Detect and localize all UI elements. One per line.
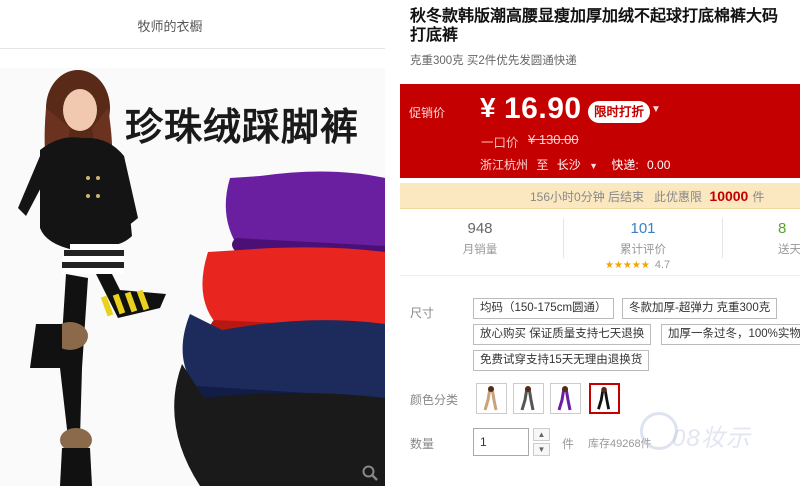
quantity-increase-button[interactable]: ▲ [533,428,550,441]
divider [0,48,385,49]
promo-badge[interactable]: 限时打折 [588,101,651,123]
size-option[interactable]: 加厚一条过冬，100%实物 [661,324,800,345]
ship-to-city: 长沙 [556,158,581,172]
monthly-sales-value: 948 [467,220,493,237]
color-swatch-selected[interactable] [589,383,620,414]
color-swatch[interactable] [513,383,544,414]
shipping-label: 快递: [611,158,639,172]
rating-stars: ★★★★★ 4.7 [605,259,670,271]
gifts[interactable]: 8 送天猫 [720,220,800,257]
color-label: 颜色分类 [410,393,459,407]
product-title: 秋冬款韩版潮高腰显瘦加厚加绒不起球打底棉裤大码 打底裤 [410,7,800,45]
star-icon: ★★★★★ [605,260,650,271]
chevron-down-icon[interactable]: ▼ [651,104,661,115]
monthly-sales: 948 月销量 [400,220,560,257]
promo-price-label: 促销价 [409,106,446,120]
original-price: ¥ 130.00 [528,132,579,147]
ship-from: 浙江杭州 [480,158,529,172]
promo-price: 16.90 [504,92,582,125]
leggings-thumbnail-icon [483,386,498,411]
shipping-row: 浙江杭州 至 长沙 ▼ 快递: 0.00 [480,156,675,173]
reviews-value: 101 [630,220,656,237]
product-slogan: 珍珠绒踩脚裤 [125,104,360,149]
ship-to-select[interactable]: 长沙 ▼ [557,158,603,172]
product-title-line1: 秋冬款韩版潮高腰显瘦加厚加绒不起球打底棉裤大码 [410,8,779,25]
quantity-unit: 件 [562,437,575,451]
leggings-thumbnail-icon [557,386,572,411]
shipping-fee: 0.00 [647,158,671,172]
leggings-thumbnail-icon [520,386,535,411]
product-title-line2: 打底裤 [410,27,459,44]
rating-score: 4.7 [654,259,671,271]
limit-label: 此优惠限 [654,190,703,204]
chevron-down-icon: ▼ [589,161,598,171]
zoom-icon[interactable] [361,464,379,482]
currency-symbol: ¥ [480,92,496,123]
product-gallery: 牧师的衣橱 珍珠绒踩脚裤 [0,0,385,486]
ship-to-label: 至 [536,158,549,172]
leggings-thumbnail-icon [597,386,611,410]
countdown-text: 156小时0分钟 后结束 [530,190,645,204]
size-option[interactable]: 免费试穿支持15天无理由退换货 [473,350,650,371]
color-swatch[interactable] [476,383,507,414]
size-option[interactable]: 放心购买 保证质量支持七天退换 [473,324,652,345]
monthly-sales-label: 月销量 [462,244,498,256]
limit-unit: 件 [752,190,765,204]
color-swatch[interactable] [550,383,581,414]
watermark-text: 08妆示 [672,425,751,452]
size-option[interactable]: 均码（150-175cm圆通） [473,298,614,319]
leggings-stack [174,171,385,486]
quantity-label: 数量 [410,437,435,451]
gifts-label: 送天猫 [778,244,800,256]
shop-name[interactable]: 牧师的衣橱 [0,16,340,35]
stats-row: 948 月销量 101 累计评价 ★★★★★ 4.7 8 送天猫 [400,212,800,276]
size-label: 尺寸 [410,306,435,320]
reviews[interactable]: 101 累计评价 [563,220,723,257]
reviews-label: 累计评价 [620,244,666,256]
product-main-image[interactable]: 珍珠绒踩脚裤 [0,68,385,486]
gifts-value: 8 [778,220,787,237]
quantity-decrease-button[interactable]: ▼ [533,443,550,456]
quantity-input[interactable] [473,428,529,456]
countdown-bar: 156小时0分钟 后结束 此优惠限 10000 件 [400,183,800,209]
limit-count: 10000 [709,188,749,204]
original-price-label: 一口价 [481,136,519,150]
size-option[interactable]: 冬款加厚-超弹力 克重300克 [622,298,778,319]
price-panel: 促销价 ¥ 16.90 限时打折 ▼ 一口价 ¥ 130.00 浙江杭州 至 长… [400,84,800,178]
product-subtitle: 克重300克 买2件优先发圆通快递 [410,55,577,67]
